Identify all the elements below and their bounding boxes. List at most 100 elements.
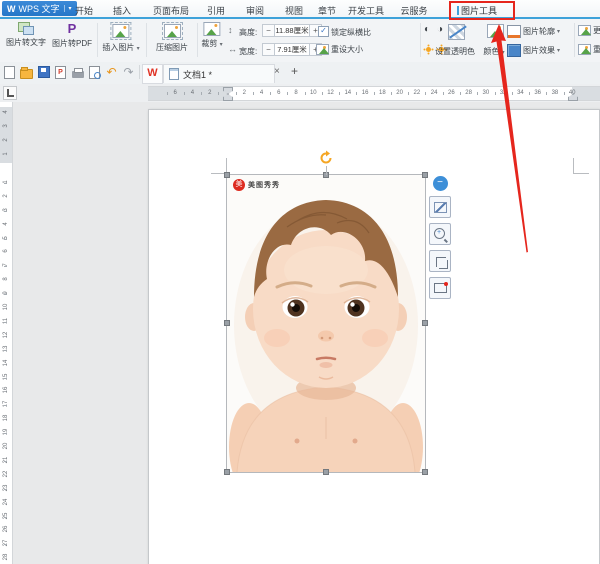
open-file-button[interactable] bbox=[20, 65, 33, 79]
wps-home-button[interactable]: W bbox=[142, 64, 163, 84]
change-picture-icon bbox=[578, 25, 591, 36]
menu-tab-2[interactable]: 插入 bbox=[113, 4, 131, 17]
menu-tab-7[interactable]: 章节 bbox=[318, 4, 336, 17]
v-ruler-number: 8 bbox=[3, 272, 9, 286]
menu-tab-4[interactable]: 引用 bbox=[207, 4, 225, 17]
v-ruler-number: 13 bbox=[3, 342, 9, 356]
margin-corner-mark-right bbox=[573, 158, 589, 174]
set-transparent-color-button[interactable]: 设置透明色 bbox=[435, 46, 475, 57]
picture-outline-button[interactable]: 图片轮廓 ▾ bbox=[507, 25, 560, 38]
h-ruler-number: 22 bbox=[411, 90, 423, 96]
reset-size-button[interactable]: 重设大小 bbox=[316, 44, 363, 55]
v-ruler-number: 3 bbox=[3, 119, 9, 133]
change-picture-button[interactable]: 更改图片 bbox=[578, 25, 600, 36]
menu-tab-5[interactable]: 审阅 bbox=[246, 4, 264, 17]
height-label: 高度: bbox=[239, 27, 257, 38]
save-button[interactable] bbox=[37, 65, 50, 79]
watermark-text: 美图秀秀 bbox=[248, 180, 280, 190]
v-ruler-number: 10 bbox=[3, 300, 9, 314]
edit-picture-button[interactable] bbox=[429, 277, 451, 299]
tab-stop-selector[interactable] bbox=[3, 86, 17, 100]
v-ruler-number: 5 bbox=[3, 231, 9, 245]
h-ruler-tick bbox=[236, 92, 237, 95]
document-tab[interactable]: 文档1 * bbox=[163, 64, 275, 83]
set-transparent-color-icon[interactable] bbox=[448, 24, 465, 40]
width-decrease-button[interactable]: − bbox=[262, 43, 275, 56]
resize-handle-middle-right[interactable] bbox=[422, 320, 428, 326]
h-ruler-number: 16 bbox=[359, 90, 371, 96]
reset-picture-button[interactable]: 重设图片 bbox=[578, 44, 600, 55]
insert-picture-button[interactable]: 插入图片 ▾ bbox=[102, 22, 139, 53]
resize-handle-bottom-left[interactable] bbox=[224, 469, 230, 475]
selected-picture[interactable]: 美 美图秀秀 bbox=[227, 175, 425, 472]
magnifier-plus-icon: + bbox=[434, 228, 445, 239]
pdf-icon: P bbox=[55, 66, 66, 79]
horizontal-ruler: 642246810121416182022242628303234363840 bbox=[148, 86, 600, 101]
menu-tab-1[interactable]: 开始 bbox=[75, 4, 93, 17]
print-button[interactable] bbox=[71, 65, 84, 79]
save-icon bbox=[38, 66, 50, 78]
edit-picture-icon bbox=[434, 283, 447, 293]
v-ruler-tick bbox=[4, 294, 7, 295]
redo-icon: ↷ bbox=[123, 66, 133, 78]
resize-handle-bottom-center[interactable] bbox=[323, 469, 329, 475]
v-ruler-tick bbox=[4, 433, 7, 434]
menu-tab-3[interactable]: 页面布局 bbox=[153, 4, 189, 17]
export-pdf-button[interactable]: P bbox=[54, 65, 67, 79]
v-ruler-tick bbox=[4, 350, 7, 351]
resize-handle-top-right[interactable] bbox=[422, 172, 428, 178]
picture-effects-button[interactable]: 图片效果 ▾ bbox=[507, 44, 560, 57]
height-decrease-button[interactable]: − bbox=[262, 24, 275, 37]
increase-brightness-button[interactable] bbox=[426, 47, 431, 52]
rotate-handle-icon[interactable] bbox=[318, 150, 334, 166]
compress-picture-button[interactable]: 压缩图片 bbox=[156, 22, 188, 53]
tab-picture-tools[interactable]: 图片工具 bbox=[457, 4, 497, 17]
width-spinner: − 7.91厘米 + bbox=[262, 43, 322, 56]
reset-size-icon bbox=[316, 44, 329, 55]
v-ruler-number: 4 bbox=[3, 105, 9, 119]
resize-handle-bottom-right[interactable] bbox=[422, 469, 428, 475]
collapse-toolbar-button[interactable]: − bbox=[433, 176, 448, 191]
lock-aspect-ratio-checkbox[interactable]: ✓ bbox=[318, 26, 329, 37]
v-ruler-number: 14 bbox=[3, 356, 9, 370]
quick-access-row: P ↶ ↷ ▾ W 文档1 * × + bbox=[0, 62, 600, 85]
crop-tool-button[interactable] bbox=[429, 250, 451, 272]
resize-handle-middle-left[interactable] bbox=[224, 320, 230, 326]
h-ruler-number: 10 bbox=[307, 90, 319, 96]
resize-handle-top-left[interactable] bbox=[224, 172, 230, 178]
v-ruler-number: 1 bbox=[3, 147, 9, 161]
v-ruler-number: 9 bbox=[3, 286, 9, 300]
h-ruler-tick bbox=[322, 92, 323, 95]
color-icon[interactable] bbox=[487, 24, 504, 38]
decrease-contrast-button[interactable]: ◑ bbox=[437, 24, 443, 36]
wps-app-button[interactable]: W WPS 文字 ▾ bbox=[2, 1, 77, 16]
quick-access-toolbar: P ↶ ↷ ▾ bbox=[3, 65, 147, 79]
v-ruler-number: 15 bbox=[3, 370, 9, 384]
h-ruler-tick bbox=[546, 92, 547, 95]
h-ruler-number: 2 bbox=[204, 90, 216, 96]
lock-aspect-ratio-label: 锁定纵横比 bbox=[331, 27, 371, 38]
h-ruler-tick bbox=[374, 92, 375, 95]
width-value-field[interactable]: 7.91厘米 bbox=[275, 43, 309, 56]
h-ruler-tick bbox=[460, 92, 461, 95]
crop-button[interactable]: 裁剪 ▾ bbox=[201, 22, 222, 49]
menu-tab-6[interactable]: 视图 bbox=[285, 4, 303, 17]
increase-contrast-button[interactable]: ◐ bbox=[424, 24, 430, 36]
menu-bar: W WPS 文字 ▾ 开始 插入 页面布局 引用 审阅 视图 章节开发工具 云服务 图片工具 bbox=[0, 0, 600, 18]
new-document-button[interactable] bbox=[3, 65, 16, 79]
pic-to-text-button[interactable]: 图片转文字 bbox=[6, 22, 46, 48]
v-ruler-number: 4 bbox=[3, 217, 9, 231]
undo-button[interactable]: ↶ bbox=[105, 65, 118, 79]
height-value-field[interactable]: 11.88厘米 bbox=[275, 24, 309, 37]
pic-to-pdf-button[interactable]: P 图片转PDF bbox=[52, 22, 92, 49]
new-tab-button[interactable]: + bbox=[291, 64, 298, 78]
close-tab-button[interactable]: × bbox=[274, 66, 280, 77]
chevron-down-icon[interactable]: ▾ bbox=[64, 5, 72, 12]
zoom-in-button[interactable]: + bbox=[429, 223, 451, 245]
print-preview-button[interactable] bbox=[88, 65, 101, 79]
menu-tab-9[interactable]: 云服务 bbox=[400, 4, 427, 17]
color-button[interactable]: 颜色 ▾ bbox=[483, 46, 504, 57]
menu-tab-8[interactable]: 开发工具 bbox=[348, 4, 384, 17]
layout-options-button[interactable] bbox=[429, 196, 451, 218]
redo-button[interactable]: ↷ bbox=[122, 65, 135, 79]
